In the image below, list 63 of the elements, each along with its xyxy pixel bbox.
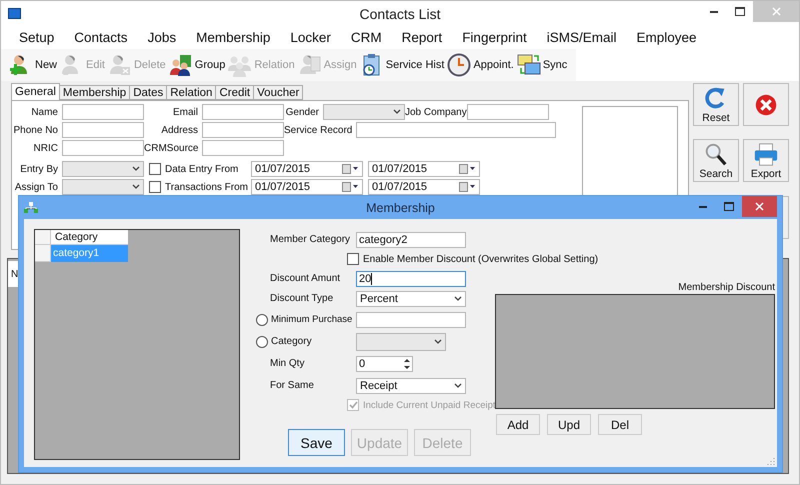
field-label: Address	[160, 124, 199, 136]
window-title: Contacts List	[358, 6, 442, 22]
toolbar-button[interactable]: Group	[168, 53, 228, 77]
dialog-button[interactable]: Save	[288, 429, 345, 456]
menu-item[interactable]: Report	[392, 30, 452, 45]
dialog-title: Membership	[365, 200, 436, 214]
tab[interactable]: General	[11, 83, 60, 100]
field-label: Discount Type	[269, 293, 334, 304]
menu-item[interactable]: Jobs	[138, 30, 186, 45]
menu-item[interactable]: Fingerprint	[452, 30, 537, 45]
menu-item[interactable]: iSMS/Email	[536, 30, 626, 45]
grid-button[interactable]: Upd	[547, 414, 591, 435]
toolbar-button[interactable]: Service Hist	[360, 53, 448, 77]
field-label: Gender	[284, 106, 320, 118]
tab[interactable]: Dates	[129, 85, 168, 100]
date-picker[interactable]: 01/07/2015	[368, 179, 480, 195]
field-label: Job Company	[405, 106, 467, 118]
tab[interactable]: Relation	[166, 85, 216, 100]
field-label: CRMSource	[144, 142, 200, 154]
radio-label: Category	[271, 336, 313, 347]
column-header: Category	[51, 230, 128, 245]
tab[interactable]: Voucher	[253, 85, 304, 100]
field-label: Name	[30, 106, 59, 118]
field-label: Data Entry From	[165, 164, 240, 174]
text-field[interactable]: 20	[356, 270, 466, 286]
menu-item[interactable]: Setup	[9, 30, 64, 45]
toolbar-button[interactable]: New	[9, 53, 60, 77]
grid-button[interactable]: Del	[598, 414, 642, 435]
grid-button[interactable]: Add	[496, 414, 540, 435]
date-picker[interactable]: 01/07/2015	[368, 161, 480, 177]
side-button[interactable]: Export	[743, 139, 789, 182]
tab[interactable]: Credit	[215, 85, 254, 100]
number-spinner[interactable]: 0	[356, 356, 413, 372]
side-button[interactable]: Reset	[693, 83, 739, 126]
field-label: Min Qty	[269, 358, 306, 369]
field-label: Member Category	[269, 234, 352, 245]
checkbox-label: Enable Member Discount (Overwrites Global Setting)	[363, 254, 600, 264]
field-label: For Same	[269, 380, 315, 391]
field-label: Email	[172, 106, 199, 118]
field-label: Transactions From	[165, 182, 249, 192]
panel-title: Membership Discount	[678, 282, 775, 293]
tab[interactable]: Membership	[58, 85, 130, 100]
date-picker[interactable]: 01/07/2015	[251, 179, 363, 195]
date-picker[interactable]: 01/07/2015	[251, 161, 363, 177]
menu-item[interactable]: Contacts	[64, 30, 138, 45]
field-label: Phone No	[12, 124, 59, 136]
text-field[interactable]: category2	[356, 232, 466, 248]
menu-item[interactable]: Locker	[280, 30, 341, 45]
toolbar-button[interactable]: Appoint.	[447, 53, 517, 77]
dropdown-field[interactable]: Percent	[356, 290, 466, 306]
menu-item[interactable]: Employee	[626, 30, 707, 45]
side-button[interactable]: Search	[693, 139, 739, 182]
toolbar-button[interactable]: Sync	[516, 53, 570, 77]
menu-item[interactable]: CRM	[340, 30, 392, 45]
field-label: Assign To	[14, 182, 59, 192]
dropdown-field[interactable]: Receipt	[356, 378, 466, 394]
field-label: NRIC	[32, 142, 59, 154]
field-label: Entry By	[19, 164, 59, 174]
field-label: Service Record	[284, 124, 354, 136]
field-label: Discount Amunt	[269, 273, 342, 284]
menu-item[interactable]: Membership	[186, 30, 280, 45]
radio-label: Minimum Purchase	[271, 314, 354, 325]
checkbox-label: Include Current Unpaid Receipt	[363, 400, 497, 410]
